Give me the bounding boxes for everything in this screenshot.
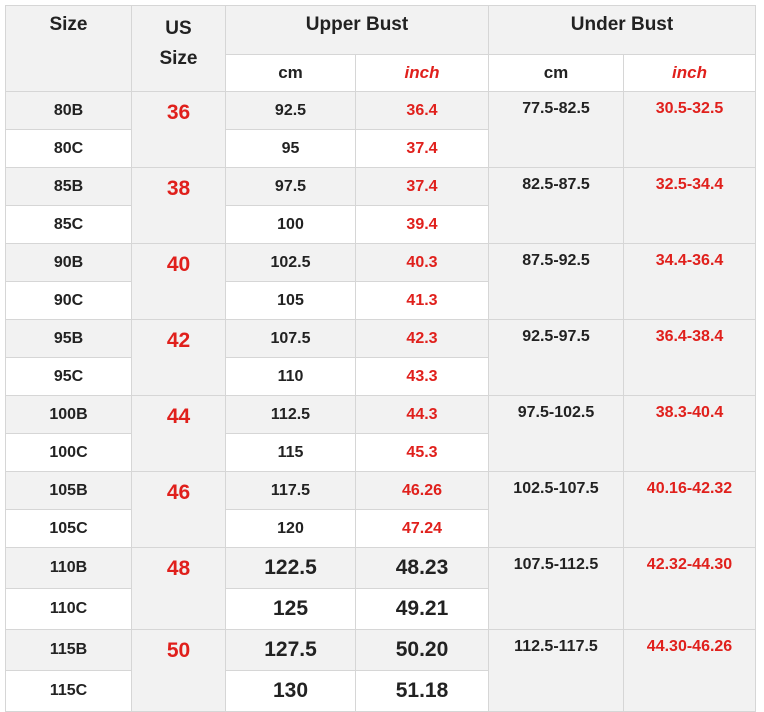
- upper-bust-inch-cell: 51.18: [355, 670, 489, 712]
- upper-bust-cm-cell: 127.5: [225, 629, 356, 671]
- upper-bust-inch-cell: 47.24: [355, 509, 489, 548]
- table-row: 100B 44 112.5 44.3 97.5-102.5 38.3-40.4: [5, 395, 756, 472]
- upper-bust-cm-cell: 92.5: [225, 91, 356, 130]
- header-row-1: Size US Size Upper Bust Under Bust: [5, 5, 756, 92]
- upper-bust-inch-cell: 49.21: [355, 588, 489, 630]
- upper-bust-cm-cell: 122.5: [225, 547, 356, 589]
- under-bust-cm-cell: 97.5-102.5: [488, 395, 624, 472]
- under-bust-inch-cell: 40.16-42.32: [623, 471, 756, 548]
- size-cell: 95C: [5, 357, 132, 396]
- header-us-size-line2: Size: [159, 48, 198, 69]
- upper-bust-cm-cell: 97.5: [225, 167, 356, 206]
- upper-bust-inch-cell: 41.3: [355, 281, 489, 320]
- under-bust-cm-cell: 77.5-82.5: [488, 91, 624, 168]
- upper-bust-cm-cell: 125: [225, 588, 356, 630]
- size-cell: 100B: [5, 395, 132, 434]
- size-cell: 105B: [5, 471, 132, 510]
- upper-bust-cm-cell: 105: [225, 281, 356, 320]
- size-cell: 110B: [5, 547, 132, 589]
- under-bust-inch-cell: 32.5-34.4: [623, 167, 756, 244]
- table-row: 115B 50 127.5 50.20 112.5-117.5 44.30-46.26: [5, 629, 756, 712]
- size-cell: 90B: [5, 243, 132, 282]
- under-bust-inch-cell: 36.4-38.4: [623, 319, 756, 396]
- upper-bust-inch-cell: 40.3: [355, 243, 489, 282]
- upper-bust-cm-cell: 117.5: [225, 471, 356, 510]
- under-bust-inch-cell: 38.3-40.4: [623, 395, 756, 472]
- table-row: 90B 40 102.5 40.3 87.5-92.5 34.4-36.4: [5, 243, 756, 320]
- upper-bust-inch-cell: 44.3: [355, 395, 489, 434]
- upper-bust-cm-cell: 102.5: [225, 243, 356, 282]
- us-size-cell: 50: [131, 629, 226, 712]
- upper-bust-inch-cell: 50.20: [355, 629, 489, 671]
- upper-bust-cm-cell: 115: [225, 433, 356, 472]
- size-cell: 85C: [5, 205, 132, 244]
- us-size-cell: 48: [131, 547, 226, 630]
- size-cell: 100C: [5, 433, 132, 472]
- table-row: 80B 36 92.5 36.4 77.5-82.5 30.5-32.5: [5, 91, 756, 168]
- size-cell: 85B: [5, 167, 132, 206]
- under-bust-cm-cell: 102.5-107.5: [488, 471, 624, 548]
- header-under-bust: Under Bust: [488, 5, 756, 55]
- us-size-cell: 40: [131, 243, 226, 320]
- header-us-size: US Size: [131, 5, 226, 92]
- upper-bust-cm-cell: 130: [225, 670, 356, 712]
- upper-bust-cm-cell: 120: [225, 509, 356, 548]
- upper-bust-inch-cell: 46.26: [355, 471, 489, 510]
- table-row: 95B 42 107.5 42.3 92.5-97.5 36.4-38.4: [5, 319, 756, 396]
- upper-bust-inch-cell: 48.23: [355, 547, 489, 589]
- upper-bust-cm-cell: 95: [225, 129, 356, 168]
- header-upper-inch: inch: [355, 54, 489, 92]
- size-cell: 105C: [5, 509, 132, 548]
- us-size-cell: 36: [131, 91, 226, 168]
- header-size: Size: [5, 5, 132, 92]
- header-under-cm: cm: [488, 54, 624, 92]
- upper-bust-inch-cell: 45.3: [355, 433, 489, 472]
- header-upper-bust: Upper Bust: [225, 5, 489, 55]
- under-bust-cm-cell: 87.5-92.5: [488, 243, 624, 320]
- upper-bust-inch-cell: 37.4: [355, 167, 489, 206]
- under-bust-cm-cell: 107.5-112.5: [488, 547, 624, 630]
- under-bust-inch-cell: 42.32-44.30: [623, 547, 756, 630]
- size-cell: 80B: [5, 91, 132, 130]
- under-bust-inch-cell: 44.30-46.26: [623, 629, 756, 712]
- us-size-cell: 38: [131, 167, 226, 244]
- size-cell: 110C: [5, 588, 132, 630]
- upper-bust-inch-cell: 36.4: [355, 91, 489, 130]
- header-us-size-line1: US: [165, 18, 192, 39]
- size-cell: 90C: [5, 281, 132, 320]
- table-row: 110B 48 122.5 48.23 107.5-112.5 42.32-44.30: [5, 547, 756, 630]
- upper-bust-inch-cell: 43.3: [355, 357, 489, 396]
- under-bust-cm-cell: 112.5-117.5: [488, 629, 624, 712]
- upper-bust-inch-cell: 42.3: [355, 319, 489, 358]
- us-size-cell: 46: [131, 471, 226, 548]
- table-row: 85B 38 97.5 37.4 82.5-87.5 32.5-34.4: [5, 167, 756, 244]
- upper-bust-cm-cell: 112.5: [225, 395, 356, 434]
- under-bust-cm-cell: 82.5-87.5: [488, 167, 624, 244]
- upper-bust-cm-cell: 100: [225, 205, 356, 244]
- under-bust-inch-cell: 34.4-36.4: [623, 243, 756, 320]
- upper-bust-cm-cell: 110: [225, 357, 356, 396]
- header-upper-cm: cm: [225, 54, 356, 92]
- us-size-cell: 44: [131, 395, 226, 472]
- upper-bust-inch-cell: 39.4: [355, 205, 489, 244]
- us-size-cell: 42: [131, 319, 226, 396]
- size-cell: 80C: [5, 129, 132, 168]
- size-cell: 95B: [5, 319, 132, 358]
- table-body: 80B 36 92.5 36.4 77.5-82.5 30.5-32.5 80C 95 37.4…: [5, 91, 756, 712]
- upper-bust-inch-cell: 37.4: [355, 129, 489, 168]
- bra-size-chart-table: Size US Size Upper Bust Under Bust cm in…: [5, 5, 756, 712]
- upper-bust-cm-cell: 107.5: [225, 319, 356, 358]
- table-row: 105B 46 117.5 46.26 102.5-107.5 40.16-42.32: [5, 471, 756, 548]
- under-bust-cm-cell: 92.5-97.5: [488, 319, 624, 396]
- under-bust-inch-cell: 30.5-32.5: [623, 91, 756, 168]
- header-under-inch: inch: [623, 54, 756, 92]
- size-cell: 115C: [5, 670, 132, 712]
- size-cell: 115B: [5, 629, 132, 671]
